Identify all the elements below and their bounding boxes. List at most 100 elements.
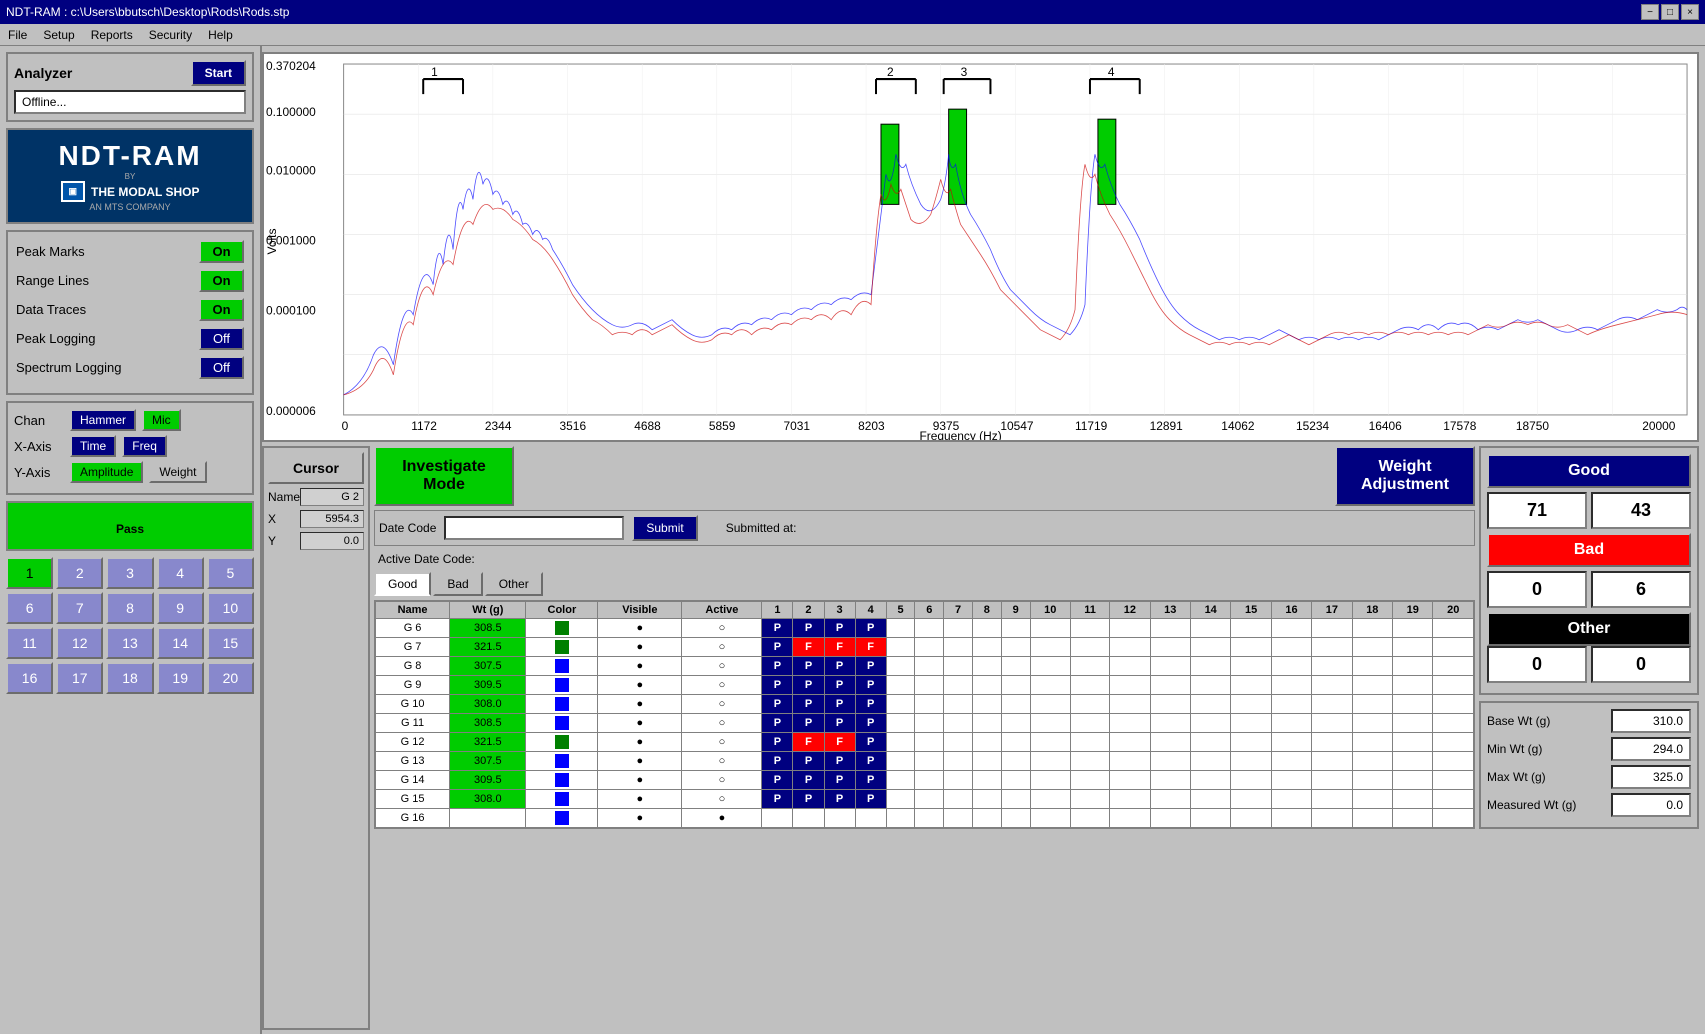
bad-button[interactable]: Bad [1487,533,1691,567]
weight-button[interactable]: Weight [149,461,206,483]
submitted-at-label: Submitted at: [726,521,797,535]
cursor-name-input[interactable]: G 2 [300,488,364,506]
freq-button[interactable]: Freq [122,435,167,457]
cell-col-3 [824,809,855,828]
submit-button[interactable]: Submit [632,515,697,541]
cell-col-2: P [793,657,824,676]
cell-col-1: P [762,657,793,676]
number-btn-7[interactable]: 7 [56,592,103,624]
time-button[interactable]: Time [70,435,116,457]
number-btn-2[interactable]: 2 [56,557,103,589]
range-lines-button[interactable]: On [199,269,244,292]
cell-active: ○ [682,733,762,752]
cell-visible: ● [598,809,682,828]
close-button[interactable]: × [1681,4,1699,20]
number-btn-17[interactable]: 17 [56,662,103,694]
meas-wt-value: 0.0 [1611,793,1691,817]
minimize-button[interactable]: − [1641,4,1659,20]
number-btn-19[interactable]: 19 [157,662,204,694]
cell-visible: ● [598,752,682,771]
number-btn-20[interactable]: 20 [207,662,254,694]
date-code-input[interactable] [444,516,624,540]
cursor-y-input[interactable]: 0.0 [300,532,364,550]
cell-col-19 [1393,733,1433,752]
table-container: Name Wt (g) Color Visible Active 1 2 3 4… [374,600,1475,829]
cell-name: G 9 [376,676,450,695]
cell-name: G 11 [376,714,450,733]
tab-other[interactable]: Other [485,572,543,596]
cell-wt: 307.5 [450,752,526,771]
peak-marks-button[interactable]: On [199,240,244,263]
cell-col-14 [1190,733,1230,752]
number-btn-1[interactable]: 1 [6,557,53,589]
number-btn-13[interactable]: 13 [106,627,153,659]
number-btn-18[interactable]: 18 [106,662,153,694]
tab-good[interactable]: Good [374,572,431,596]
cell-col-15 [1231,790,1271,809]
logo-modal-text: THE MODAL SHOP [91,185,199,199]
tab-bad[interactable]: Bad [433,572,482,596]
number-btn-4[interactable]: 4 [157,557,204,589]
menu-security[interactable]: Security [145,26,196,44]
number-btn-15[interactable]: 15 [207,627,254,659]
menu-bar: File Setup Reports Security Help [0,24,1705,46]
number-btn-10[interactable]: 10 [207,592,254,624]
cell-col-9 [1001,619,1030,638]
mic-button[interactable]: Mic [142,409,181,431]
cell-col-5 [886,752,915,771]
cell-col-18 [1352,771,1392,790]
number-btn-9[interactable]: 9 [157,592,204,624]
cell-col-1: P [762,771,793,790]
menu-file[interactable]: File [4,26,31,44]
cell-name: G 16 [376,809,450,828]
number-btn-8[interactable]: 8 [106,592,153,624]
chart-svg: 0.370204 0.100000 0.010000 0.001000 0.00… [264,54,1697,440]
cell-col-16 [1271,809,1311,828]
investigate-button[interactable]: InvestigateMode [374,446,514,506]
cell-col-11 [1070,809,1109,828]
menu-setup[interactable]: Setup [39,26,78,44]
number-btn-3[interactable]: 3 [106,557,153,589]
number-btn-11[interactable]: 11 [6,627,53,659]
xaxis-row: X-Axis Time Freq [14,435,246,457]
number-btn-16[interactable]: 16 [6,662,53,694]
weight-adjustment-button[interactable]: WeightAdjustment [1335,446,1475,506]
number-btn-6[interactable]: 6 [6,592,53,624]
table-row: G 14309.5●○PPPP [376,771,1474,790]
cell-col-8 [972,733,1001,752]
cell-col-7 [944,619,973,638]
cursor-x-input[interactable]: 5954.3 [300,510,364,528]
number-btn-14[interactable]: 14 [157,627,204,659]
cell-col-14 [1190,790,1230,809]
data-traces-button[interactable]: On [199,298,244,321]
peak-logging-button[interactable]: Off [199,327,244,350]
bad-count-1: 0 [1487,571,1587,608]
cell-name: G 8 [376,657,450,676]
peak-marks-label: Peak Marks [16,244,85,259]
menu-help[interactable]: Help [204,26,237,44]
cell-col-7 [944,733,973,752]
top-buttons-row: InvestigateMode WeightAdjustment [374,446,1475,506]
cell-col-6 [915,676,944,695]
hammer-button[interactable]: Hammer [70,409,136,431]
cursor-button[interactable]: Cursor [268,452,364,484]
cell-col-11 [1070,638,1109,657]
menu-reports[interactable]: Reports [87,26,137,44]
control-spectrum-logging: Spectrum Logging Off [16,356,244,379]
amplitude-button[interactable]: Amplitude [70,461,143,483]
number-btn-12[interactable]: 12 [56,627,103,659]
cell-col-14 [1190,714,1230,733]
spectrum-logging-button[interactable]: Off [199,356,244,379]
good-button[interactable]: Good [1487,454,1691,488]
cell-col-17 [1312,733,1352,752]
min-wt-row: Min Wt (g) 294.0 [1487,737,1691,761]
svg-text:2: 2 [887,65,894,79]
min-wt-value: 294.0 [1611,737,1691,761]
cell-col-12 [1110,790,1150,809]
other-button[interactable]: Other [1487,612,1691,646]
maximize-button[interactable]: □ [1661,4,1679,20]
number-btn-5[interactable]: 5 [207,557,254,589]
cell-active: ○ [682,619,762,638]
start-button[interactable]: Start [191,60,246,86]
cell-col-14 [1190,619,1230,638]
